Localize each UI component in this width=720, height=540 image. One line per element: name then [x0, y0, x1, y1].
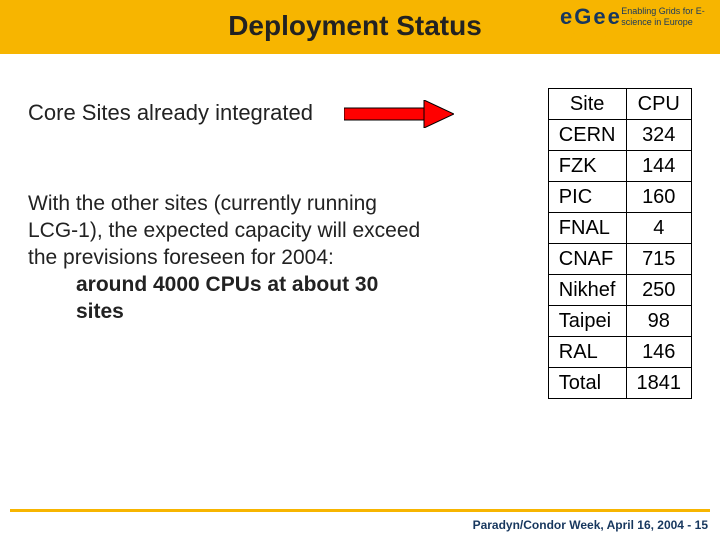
cell-cpu: 4 [626, 213, 692, 244]
cell-cpu: 144 [626, 151, 692, 182]
cell-site: PIC [548, 182, 626, 213]
col-cpu: CPU [626, 89, 692, 120]
table-row: CNAF715 [548, 244, 691, 275]
egee-logo: eGee Enabling Grids for E-science in Eur… [560, 4, 710, 50]
table-row: FZK144 [548, 151, 691, 182]
cell-site: FZK [548, 151, 626, 182]
table-row: CERN324 [548, 120, 691, 151]
cell-site: RAL [548, 337, 626, 368]
egee-swoosh-icon [560, 26, 618, 46]
cell-site: Total [548, 368, 626, 399]
cell-cpu: 250 [626, 275, 692, 306]
egee-logo-mark: eGee [560, 4, 615, 48]
table-row: Nikhef250 [548, 275, 691, 306]
col-site: Site [548, 89, 626, 120]
cell-cpu: 324 [626, 120, 692, 151]
subheading-core-sites: Core Sites already integrated [28, 100, 313, 126]
cell-cpu: 160 [626, 182, 692, 213]
table-row: Taipei98 [548, 306, 691, 337]
cell-cpu: 98 [626, 306, 692, 337]
cell-site: CERN [548, 120, 626, 151]
body-strong-text: around 4000 CPUs at about 30 sites [76, 273, 378, 323]
arrow-icon [344, 100, 454, 128]
table-header-row: Site CPU [548, 89, 691, 120]
footer-text: Paradyn/Condor Week, April 16, 2004 - 15 [473, 518, 708, 532]
cell-site: FNAL [548, 213, 626, 244]
cell-cpu: 715 [626, 244, 692, 275]
table-row: FNAL4 [548, 213, 691, 244]
header-square [0, 0, 160, 54]
body-paragraph: With the other sites (currently running … [28, 190, 428, 325]
cell-site: CNAF [548, 244, 626, 275]
cell-cpu: 1841 [626, 368, 692, 399]
table-row: PIC160 [548, 182, 691, 213]
slide-title: Deployment Status [170, 10, 540, 42]
body-para-text: With the other sites (currently running … [28, 192, 420, 269]
cell-site: Taipei [548, 306, 626, 337]
cell-cpu: 146 [626, 337, 692, 368]
egee-tagline: Enabling Grids for E-science in Europe [621, 6, 710, 28]
footer-rule [10, 509, 710, 512]
table-row: RAL146 [548, 337, 691, 368]
cell-site: Nikhef [548, 275, 626, 306]
table-row: Total1841 [548, 368, 691, 399]
sites-table: Site CPU CERN324 FZK144 PIC160 FNAL4 CNA… [548, 88, 692, 399]
